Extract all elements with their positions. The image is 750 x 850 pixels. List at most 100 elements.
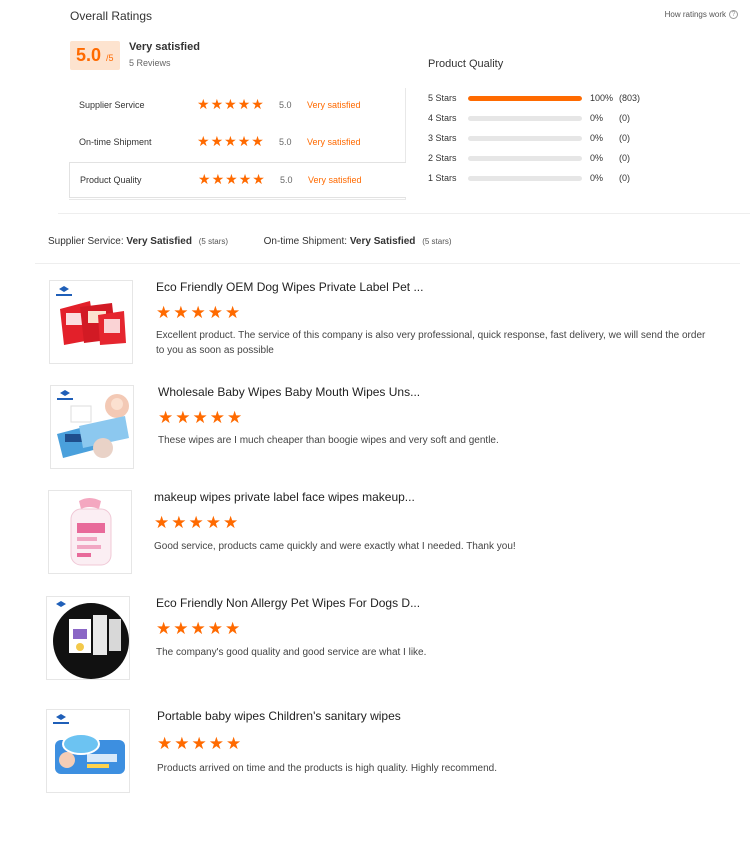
category-score: 5.0	[279, 137, 292, 147]
review-item: makeup wipes private label face wipes ma…	[0, 490, 750, 580]
review-item: Eco Friendly Non Allergy Pet Wipes For D…	[0, 596, 750, 686]
star-icon: ★	[156, 619, 172, 638]
star-icon: ★	[224, 133, 237, 149]
category-row-product-quality[interactable]: Product Quality ★ ★ ★ ★ ★ 5.0 Very satisfied	[69, 162, 406, 198]
review-product-title[interactable]: Wholesale Baby Wipes Baby Mouth Wipes Un…	[158, 385, 420, 399]
review-stars: ★ ★ ★ ★ ★	[156, 304, 240, 321]
how-ratings-work-label: How ratings work	[664, 10, 726, 19]
review-text: These wipes are I much cheaper than boog…	[158, 435, 499, 446]
distribution-label: 4 Stars	[428, 113, 457, 123]
star-icon: ★	[197, 133, 210, 149]
star-icon: ★	[237, 96, 251, 112]
review-text: Products arrived on time and the product…	[157, 763, 497, 774]
star-icon: ★	[174, 734, 190, 753]
distribution-row-2: 2 Stars 0% (0)	[428, 153, 668, 165]
star-icon: ★	[156, 303, 172, 322]
overall-score-max: /5	[106, 53, 114, 63]
review-stars: ★ ★ ★ ★ ★	[156, 620, 240, 637]
question-circle-icon: ?	[729, 10, 738, 19]
star-icon: ★	[188, 513, 204, 532]
review-text: The company's good quality and good serv…	[156, 647, 427, 658]
distribution-label: 5 Stars	[428, 93, 457, 103]
category-stars: ★ ★ ★ ★ ★	[197, 134, 264, 148]
review-stars: ★ ★ ★ ★ ★	[158, 409, 242, 426]
distribution-bar-fill	[468, 96, 582, 101]
distribution-count: (0)	[619, 153, 630, 163]
rating-summary: Supplier Service: Very Satisfied (5 star…	[48, 236, 452, 247]
distribution-count: (0)	[619, 133, 630, 143]
review-count: 5 Reviews	[129, 58, 171, 68]
star-icon: ★	[171, 513, 187, 532]
distribution-row-1: 1 Stars 0% (0)	[428, 173, 668, 185]
category-score: 5.0	[279, 100, 292, 110]
summary-supplier-stars: (5 stars)	[198, 237, 229, 246]
review-product-title[interactable]: makeup wipes private label face wipes ma…	[154, 490, 415, 504]
star-icon: ★	[207, 619, 223, 638]
star-icon: ★	[226, 734, 242, 753]
product-thumbnail[interactable]	[46, 596, 130, 680]
category-stars: ★ ★ ★ ★ ★	[197, 97, 264, 111]
category-row-on-time-shipment[interactable]: On-time Shipment ★ ★ ★ ★ ★ 5.0 Very satisfie…	[69, 125, 406, 161]
summary-shipment-stars: (5 stars)	[422, 237, 452, 246]
distribution-row-5: 5 Stars 100% (803)	[428, 93, 668, 105]
star-icon: ★	[154, 513, 170, 532]
star-icon: ★	[197, 96, 210, 112]
star-icon: ★	[252, 171, 265, 187]
section-divider	[58, 213, 750, 214]
star-icon: ★	[210, 96, 224, 112]
product-thumbnail[interactable]	[46, 709, 130, 793]
overall-ratings-title: Overall Ratings	[70, 9, 153, 23]
star-icon: ★	[173, 303, 189, 322]
overall-satisfaction-label: Very satisfied	[129, 41, 200, 53]
category-row-supplier-service[interactable]: Supplier Service ★ ★ ★ ★ ★ 5.0 Very satisfie…	[69, 88, 406, 124]
star-icon: ★	[173, 619, 189, 638]
star-icon: ★	[237, 133, 251, 149]
star-icon: ★	[175, 408, 191, 427]
category-stars: ★ ★ ★ ★ ★	[198, 172, 265, 186]
distribution-percent: 0%	[590, 153, 604, 163]
star-icon: ★	[251, 96, 264, 112]
review-stars: ★ ★ ★ ★ ★	[154, 514, 238, 531]
category-satisfaction: Very satisfied	[308, 175, 362, 185]
review-product-title[interactable]: Eco Friendly OEM Dog Wipes Private Label…	[156, 280, 423, 294]
distribution-count: (0)	[619, 173, 630, 183]
summary-shipment-label: On-time Shipment:	[263, 236, 348, 247]
distribution-bar	[468, 116, 582, 121]
category-name: Supplier Service	[79, 100, 145, 110]
how-ratings-work-link[interactable]: How ratings work ?	[665, 10, 738, 19]
review-product-title[interactable]: Portable baby wipes Children's sanitary …	[157, 709, 401, 723]
distribution-row-3: 3 Stars 0% (0)	[428, 133, 668, 145]
star-icon: ★	[209, 408, 225, 427]
star-icon: ★	[192, 408, 208, 427]
review-item: Eco Friendly OEM Dog Wipes Private Label…	[0, 280, 750, 370]
review-stars: ★ ★ ★ ★ ★	[157, 735, 241, 752]
distribution-percent: 0%	[590, 173, 604, 183]
review-product-title[interactable]: Eco Friendly Non Allergy Pet Wipes For D…	[156, 596, 420, 610]
distribution-count: (803)	[619, 93, 641, 103]
product-thumbnail[interactable]	[48, 490, 132, 574]
product-thumbnail[interactable]	[50, 385, 134, 469]
star-icon: ★	[251, 133, 264, 149]
overall-score-badge: 5.0 /5	[70, 41, 120, 70]
star-icon: ★	[198, 171, 211, 187]
product-thumbnail[interactable]	[49, 280, 133, 364]
category-name: Product Quality	[80, 175, 142, 185]
review-text: Good service, products came quickly and …	[154, 541, 516, 552]
review-item: Portable baby wipes Children's sanitary …	[0, 709, 750, 799]
distribution-bar	[468, 156, 582, 161]
distribution-bar	[468, 176, 582, 181]
distribution-label: 3 Stars	[428, 133, 457, 143]
category-ratings-table: Supplier Service ★ ★ ★ ★ ★ 5.0 Very satisfie…	[69, 88, 406, 200]
star-icon: ★	[211, 171, 225, 187]
category-satisfaction: Very satisfied	[307, 100, 361, 110]
distribution-bar	[468, 136, 582, 141]
summary-supplier-value: Very Satisfied	[126, 236, 192, 247]
star-icon: ★	[158, 408, 174, 427]
review-item: Wholesale Baby Wipes Baby Mouth Wipes Un…	[0, 385, 750, 475]
category-name: On-time Shipment	[79, 137, 152, 147]
distribution-percent: 100%	[590, 93, 614, 103]
distribution-count: (0)	[619, 113, 630, 123]
distribution-row-4: 4 Stars 0% (0)	[428, 113, 668, 125]
star-icon: ★	[223, 513, 239, 532]
star-icon: ★	[190, 619, 206, 638]
